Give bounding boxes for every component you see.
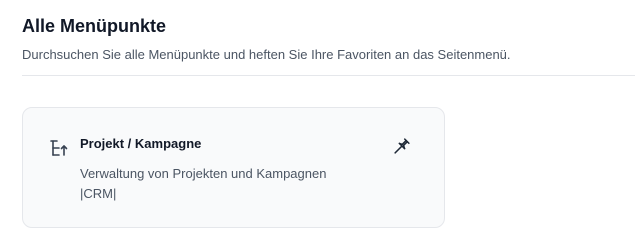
menu-item-module-tag: |CRM| [80,186,117,201]
project-hierarchy-icon [47,137,69,159]
pin-icon [391,135,413,160]
menu-item-title: Projekt / Kampagne [80,136,202,151]
all-menu-items-page: Alle Menüpunkte Durchsuchen Sie alle Men… [0,0,635,237]
page-header: Alle Menüpunkte Durchsuchen Sie alle Men… [22,14,635,64]
pin-button[interactable] [387,132,417,162]
page-title: Alle Menüpunkte [22,16,167,36]
menu-item-description: Verwaltung von Projekten und Kampagnen [80,166,327,181]
header-divider [22,75,635,76]
page-subtitle: Durchsuchen Sie alle Menüpunkte und heft… [22,47,511,62]
menu-item-card-projekt-kampagne[interactable]: Projekt / Kampagne Verwaltung von Projek… [22,107,445,228]
